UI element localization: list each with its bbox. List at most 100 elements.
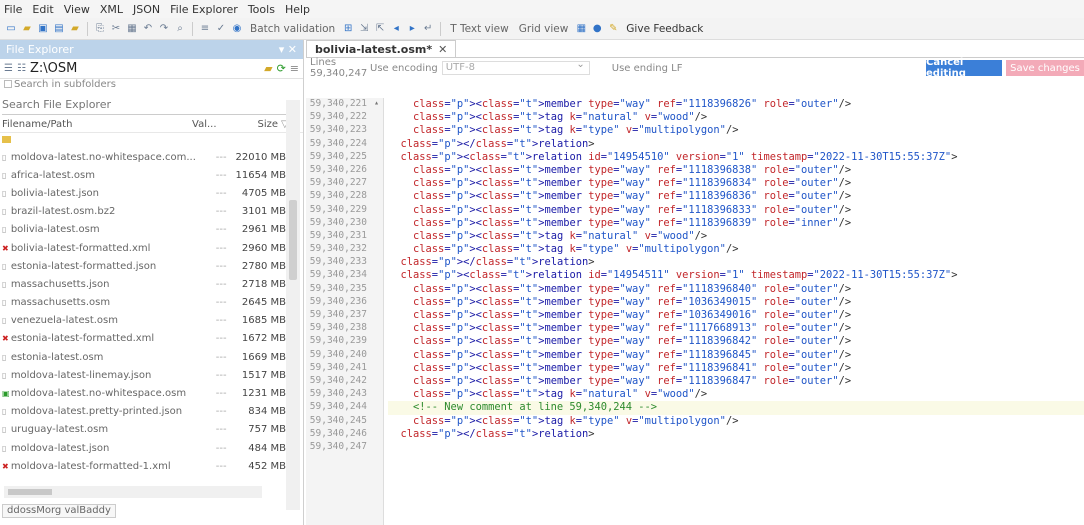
code-line[interactable]: class="p"><class="t">member type="way" r… xyxy=(388,217,1084,230)
paste-icon[interactable]: ▦ xyxy=(125,22,139,36)
code-line[interactable]: class="p"><class="t">member type="way" r… xyxy=(388,190,1084,203)
menu-item[interactable]: Tools xyxy=(248,3,275,16)
panel-menu-icon[interactable]: ▾ ✕ xyxy=(279,43,297,56)
bottom-tab[interactable]: ddossMorg valBaddy xyxy=(2,504,116,518)
column-size[interactable]: Size xyxy=(226,119,278,130)
file-row[interactable]: ✖ estonia-latest-formatted.xml --- 1672 MB xyxy=(0,330,286,348)
file-row[interactable]: ▯ moldova-latest-linemay.json --- 1517 MB xyxy=(0,366,286,384)
tree-view-icon[interactable]: ☷ xyxy=(17,63,26,74)
file-row[interactable]: ▯ uruguay-latest.osm --- 757 MB xyxy=(0,421,286,439)
code-line[interactable]: class="p"><class="t">relation id="149545… xyxy=(388,269,1084,282)
current-path[interactable]: Z:\OSM xyxy=(30,61,260,76)
file-row[interactable]: ▯ brazil-latest.osm.bz2 --- 3101 MB xyxy=(0,203,286,221)
encoding-select[interactable]: UTF-8 xyxy=(441,59,590,75)
open-folder-icon[interactable]: ▰ xyxy=(20,22,34,36)
file-row[interactable]: ▯ estonia-latest.osm --- 1669 MB xyxy=(0,348,286,366)
prev-icon[interactable]: ◂ xyxy=(389,22,403,36)
code-line[interactable]: class="p"><class="t">member type="way" r… xyxy=(388,283,1084,296)
file-row[interactable]: ✖ moldova-latest-formatted-1.xml --- 452 MB xyxy=(0,457,286,475)
code-line[interactable]: class="p"><class="t">member type="way" r… xyxy=(388,362,1084,375)
code-line[interactable]: class="p"><class="t">tag k="type" v="mul… xyxy=(388,415,1084,428)
code-line[interactable]: class="p"><class="t">member type="way" r… xyxy=(388,164,1084,177)
menu-item[interactable]: Help xyxy=(285,3,310,16)
open-folder-icon[interactable]: ▰ xyxy=(264,62,272,75)
code-line[interactable]: class="p"><class="t">relation id="149545… xyxy=(388,151,1084,164)
undo-icon[interactable]: ↶ xyxy=(141,22,155,36)
text-view-button[interactable]: T Text view xyxy=(450,23,509,35)
code-line[interactable]: class="p"><class="t">tag k="natural" v="… xyxy=(388,388,1084,401)
list-view-icon[interactable]: ☰ xyxy=(4,63,13,74)
code-line[interactable]: class="p"><class="t">member type="way" r… xyxy=(388,98,1084,111)
search-subfolders-checkbox[interactable]: Search in subfolders xyxy=(0,79,303,93)
file-row[interactable]: ▯ massachusetts.osm --- 2645 MB xyxy=(0,294,286,312)
search-input[interactable] xyxy=(2,98,285,111)
code-line[interactable]: class="p"></class="t">relation> xyxy=(388,256,1084,269)
code-editor[interactable]: class="p"><class="t">member type="way" r… xyxy=(388,98,1084,525)
file-row[interactable]: ▯ africa-latest.osm --- 11654 MB xyxy=(0,166,286,184)
code-line[interactable] xyxy=(388,441,1084,454)
grid-view-button[interactable]: Grid view xyxy=(519,23,569,35)
code-line[interactable]: class="p"><class="t">member type="way" r… xyxy=(388,335,1084,348)
file-list-hscrollbar[interactable] xyxy=(4,486,262,498)
menu-item[interactable]: Edit xyxy=(32,3,53,16)
wrap-icon[interactable]: ↵ xyxy=(421,22,435,36)
column-filename[interactable]: Filename/Path xyxy=(2,119,192,130)
line-ending[interactable]: Use ending LF xyxy=(612,63,683,74)
hscrollbar-thumb[interactable] xyxy=(8,489,52,495)
file-row[interactable]: ▯ bolivia-latest.osm --- 2961 MB xyxy=(0,221,286,239)
file-row[interactable]: ✖ bolivia-latest-formatted.xml --- 2960 MB xyxy=(0,239,286,257)
column-validation[interactable]: Val... xyxy=(192,119,226,130)
scroll-up-icon[interactable]: ▴ xyxy=(374,98,379,107)
menu-item[interactable]: File xyxy=(4,3,22,16)
parent-folder-row[interactable] xyxy=(0,133,303,143)
code-line[interactable]: class="p"></class="t">relation> xyxy=(388,428,1084,441)
validate-icon[interactable]: ✓ xyxy=(214,22,228,36)
scrollbar-thumb[interactable] xyxy=(289,200,297,280)
code-line[interactable]: class="p"><class="t">member type="way" r… xyxy=(388,322,1084,335)
code-line[interactable]: class="p"><class="t">tag k="natural" v="… xyxy=(388,230,1084,243)
file-list-scrollbar[interactable] xyxy=(286,100,300,510)
refresh-icon[interactable]: ⟳ xyxy=(277,62,286,75)
menu-item[interactable]: View xyxy=(64,3,90,16)
tab-bolivia[interactable]: bolivia-latest.osm* ✕ xyxy=(306,40,457,57)
code-line[interactable]: class="p"><class="t">member type="way" r… xyxy=(388,296,1084,309)
file-row[interactable]: ▯ venezuela-latest.osm --- 1685 MB xyxy=(0,312,286,330)
code-line[interactable]: class="p"><class="t">member type="way" r… xyxy=(388,375,1084,388)
code-line[interactable]: class="p"><class="t">member type="way" r… xyxy=(388,204,1084,217)
code-line[interactable]: class="p"><class="t">member type="way" r… xyxy=(388,177,1084,190)
file-row[interactable]: ▯ estonia-latest-formatted.json --- 2780 MB xyxy=(0,257,286,275)
file-row[interactable]: ▯ moldova-latest.json --- 484 MB xyxy=(0,439,286,457)
code-line[interactable]: class="p"><class="t">tag k="natural" v="… xyxy=(388,111,1084,124)
redo-icon[interactable]: ↷ xyxy=(157,22,171,36)
close-icon[interactable]: ✕ xyxy=(438,43,447,56)
give-feedback-button[interactable]: Give Feedback xyxy=(626,23,703,35)
file-row[interactable]: ▯ moldova-latest.no-whitespace.com... --- 2… xyxy=(0,148,286,166)
code-line[interactable]: class="p"><class="t">member type="way" r… xyxy=(388,309,1084,322)
new-file-icon[interactable]: ▭ xyxy=(4,22,18,36)
help-icon[interactable]: ● xyxy=(590,22,604,36)
file-row[interactable]: ▯ bolivia-latest.json --- 4705 MB xyxy=(0,184,286,202)
code-line[interactable]: <!-- New comment at line 59,340,244 --> xyxy=(388,401,1084,415)
tree-icon[interactable]: ⊞ xyxy=(341,22,355,36)
menu-item[interactable]: JSON xyxy=(133,3,160,16)
save-all-icon[interactable]: ▤ xyxy=(52,22,66,36)
menu-item[interactable]: XML xyxy=(100,3,123,16)
find-icon[interactable]: ⌕ xyxy=(173,22,187,36)
format-icon[interactable]: ≡ xyxy=(198,22,212,36)
grid-icon[interactable]: ▦ xyxy=(574,22,588,36)
code-line[interactable]: class="p"></class="t">relation> xyxy=(388,138,1084,151)
next-icon[interactable]: ▸ xyxy=(405,22,419,36)
collapse-icon[interactable]: ⇱ xyxy=(373,22,387,36)
cut-icon[interactable]: ✂ xyxy=(109,22,123,36)
menu-icon[interactable]: ≡ xyxy=(290,62,299,75)
code-line[interactable]: class="p"><class="t">tag k="type" v="mul… xyxy=(388,124,1084,137)
batch-validation-icon[interactable]: ◉ xyxy=(230,22,244,36)
batch-validation-button[interactable]: Batch validation xyxy=(250,23,335,35)
file-row[interactable]: ▯ massachusetts.json --- 2718 MB xyxy=(0,275,286,293)
code-line[interactable]: class="p"><class="t">member type="way" r… xyxy=(388,349,1084,362)
save-icon[interactable]: ▣ xyxy=(36,22,50,36)
save-changes-button[interactable]: Save changes xyxy=(1006,60,1084,76)
code-line[interactable]: class="p"><class="t">tag k="type" v="mul… xyxy=(388,243,1084,256)
copy-icon[interactable]: ⎘ xyxy=(93,22,107,36)
menu-item[interactable]: File Explorer xyxy=(170,3,238,16)
